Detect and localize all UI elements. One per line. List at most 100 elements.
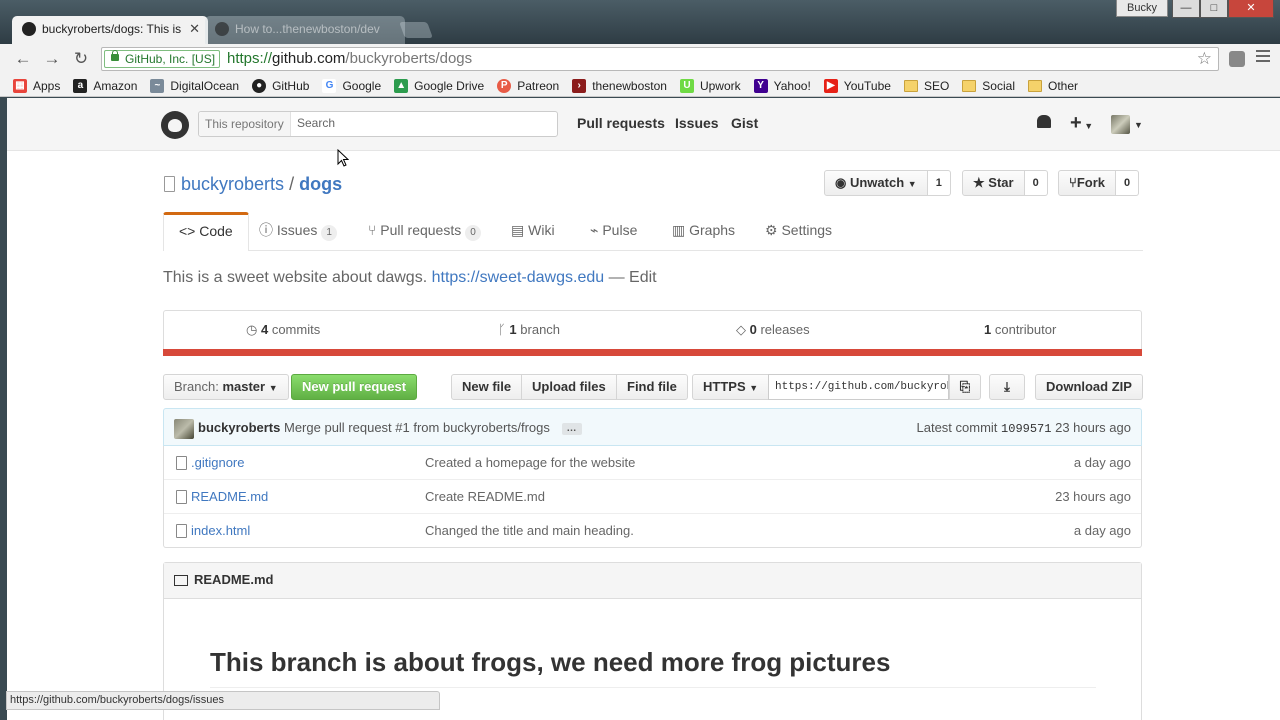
digitalocean-icon: ~ — [150, 78, 165, 93]
open-in-desktop-icon[interactable]: ⤓ — [989, 374, 1025, 400]
bookmark-star-icon[interactable]: ☆ — [1197, 49, 1212, 69]
bookmark-patreon[interactable]: P Patreon — [497, 78, 559, 93]
repo-owner-link[interactable]: buckyroberts — [181, 174, 284, 194]
user-avatar[interactable] — [1111, 115, 1130, 134]
browser-tab-active[interactable]: buckyroberts/dogs: This is ✕ — [12, 16, 208, 44]
close-tab-icon[interactable]: ✕ — [189, 16, 200, 42]
fork-button[interactable]: ⑂Fork — [1058, 170, 1116, 196]
file-commit-message-link[interactable]: Created a homepage for the website — [425, 455, 635, 470]
new-pull-request-button[interactable]: New pull request — [291, 374, 418, 400]
commit-author-link[interactable]: buckyroberts — [198, 420, 280, 435]
bookmark-amazon[interactable]: a Amazon — [73, 78, 137, 93]
clone-url-input[interactable]: https://github.com/buckyroberts/dogs.git — [768, 374, 949, 400]
repo-name-link[interactable]: dogs — [299, 174, 342, 194]
profile-button[interactable]: Bucky — [1116, 0, 1168, 17]
edit-description-link[interactable]: — Edit — [609, 269, 657, 286]
tab-settings[interactable]: ⚙ Settings — [750, 212, 847, 250]
download-zip-button[interactable]: Download ZIP — [1035, 374, 1143, 400]
close-window-button[interactable]: ✕ — [1228, 0, 1274, 18]
unwatch-button[interactable]: ◉ Unwatch ▼ — [824, 170, 928, 196]
bookmark-google-drive[interactable]: ▲ Google Drive — [394, 78, 485, 93]
bookmark-digitalocean[interactable]: ~ DigitalOcean — [150, 78, 240, 93]
tab-pull-requests[interactable]: ⑂ Pull requests 0 — [353, 212, 496, 250]
bookmark-yahoo[interactable]: Y Yahoo! — [753, 78, 811, 93]
extension-icon[interactable] — [1229, 51, 1245, 67]
search-box[interactable]: This repository — [198, 111, 558, 137]
clone-protocol-select[interactable]: HTTPS ▼ — [692, 374, 770, 400]
stargazers-count[interactable]: 0 — [1024, 170, 1048, 196]
description-text: This is a sweet website about dawgs. — [163, 269, 428, 286]
tab-wiki[interactable]: ▤ Wiki — [496, 212, 570, 250]
bookmark-thenewboston[interactable]: › thenewboston — [572, 78, 667, 93]
patreon-icon: P — [497, 78, 512, 93]
browser-menu-icon[interactable] — [1256, 50, 1270, 65]
bookmark-folder-social[interactable]: Social — [962, 79, 1015, 93]
header-nav-pull-requests[interactable]: Pull requests — [577, 115, 665, 131]
star-button[interactable]: ★ Star — [962, 170, 1025, 196]
releases-link[interactable]: ◇ 0 releases — [736, 322, 810, 338]
watchers-count[interactable]: 1 — [927, 170, 951, 196]
bookmark-google[interactable]: G Google — [322, 78, 381, 93]
branch-select-button[interactable]: Branch: master ▼ — [163, 374, 289, 400]
repo-title: buckyroberts / dogs — [181, 174, 342, 195]
file-name-link[interactable]: index.html — [191, 523, 250, 538]
search-input[interactable] — [295, 115, 549, 131]
bookmark-label: DigitalOcean — [170, 78, 240, 93]
thenewboston-icon: › — [572, 78, 587, 93]
security-badge[interactable]: GitHub, Inc. [US] — [104, 50, 221, 68]
code-icon: <> — [179, 223, 200, 239]
bookmark-label: GitHub — [272, 78, 310, 93]
github-icon: ● — [252, 78, 267, 93]
commit-message-link[interactable]: Merge pull request #1 from buckyroberts/… — [284, 420, 550, 435]
new-file-button[interactable]: New file — [451, 374, 523, 400]
create-new-plus-icon[interactable]: + ▼ — [1070, 112, 1093, 135]
bookmark-upwork[interactable]: U Upwork — [679, 78, 741, 93]
copy-clipboard-icon[interactable]: ⎘ — [949, 374, 981, 400]
readme-title: README.md — [194, 572, 274, 587]
file-commit-message-link[interactable]: Changed the title and main heading. — [425, 523, 634, 538]
expand-commit-message-button[interactable]: … — [561, 422, 582, 435]
find-file-button[interactable]: Find file — [616, 374, 688, 400]
address-bar[interactable]: GitHub, Inc. [US] https://github.com/buc… — [101, 47, 1219, 71]
contributors-link[interactable]: 1 contributor — [984, 322, 1056, 337]
browser-tab-inactive[interactable]: How to...thenewboston/dev — [205, 16, 405, 44]
branches-link[interactable]: ᚴ 1 branch — [498, 322, 560, 337]
bookmark-folder-seo[interactable]: SEO — [903, 79, 949, 93]
chevron-down-icon[interactable]: ▼ — [1134, 120, 1143, 130]
new-tab-button[interactable] — [399, 22, 433, 38]
github-logo-icon[interactable] — [161, 111, 189, 139]
commits-link[interactable]: ◷ 4 commits — [246, 322, 320, 338]
commit-author-avatar[interactable] — [174, 419, 194, 439]
file-commit-message-link[interactable]: Create README.md — [425, 489, 545, 504]
bookmark-label: Google Drive — [414, 78, 485, 93]
bookmark-folder-other[interactable]: Other — [1027, 79, 1078, 93]
url-text[interactable]: https://github.com/buckyroberts/dogs — [227, 50, 472, 68]
tab-pulse[interactable]: ⌁ Pulse — [575, 212, 652, 250]
header-nav-gist[interactable]: Gist — [731, 115, 758, 131]
pull-requests-count-badge: 0 — [465, 225, 481, 241]
branch-count: 1 — [509, 322, 517, 337]
tab-issues[interactable]: ⓘ Issues 1 — [244, 212, 352, 250]
reload-icon[interactable]: ↻ — [70, 48, 92, 70]
bookmark-youtube[interactable]: ▶ YouTube — [823, 78, 891, 93]
language-color-bar[interactable] — [163, 349, 1142, 356]
notifications-bell-icon[interactable] — [1037, 115, 1051, 128]
forks-count[interactable]: 0 — [1115, 170, 1140, 196]
repo-website-link[interactable]: https://sweet-dawgs.edu — [432, 269, 605, 286]
minimize-button[interactable]: — — [1172, 0, 1200, 18]
bookmark-github[interactable]: ● GitHub — [252, 78, 310, 93]
tab-title: How to...thenewboston/dev — [235, 22, 380, 36]
maximize-button[interactable]: □ — [1200, 0, 1228, 18]
file-name-link[interactable]: .gitignore — [191, 455, 244, 470]
tab-code[interactable]: <> Code — [163, 212, 249, 251]
tab-graphs[interactable]: ▥ Graphs — [657, 212, 750, 250]
file-name-link[interactable]: README.md — [191, 489, 268, 504]
commit-sha-link[interactable]: 1099571 — [1001, 422, 1051, 436]
star-label: Star — [988, 175, 1014, 190]
back-arrow-icon[interactable]: ← — [12, 48, 34, 70]
amazon-icon: a — [73, 78, 88, 93]
bookmark-apps[interactable]: ▦ Apps — [13, 78, 60, 93]
header-nav-issues[interactable]: Issues — [675, 115, 719, 131]
upload-files-button[interactable]: Upload files — [521, 374, 617, 400]
forward-arrow-icon[interactable]: → — [41, 48, 63, 70]
